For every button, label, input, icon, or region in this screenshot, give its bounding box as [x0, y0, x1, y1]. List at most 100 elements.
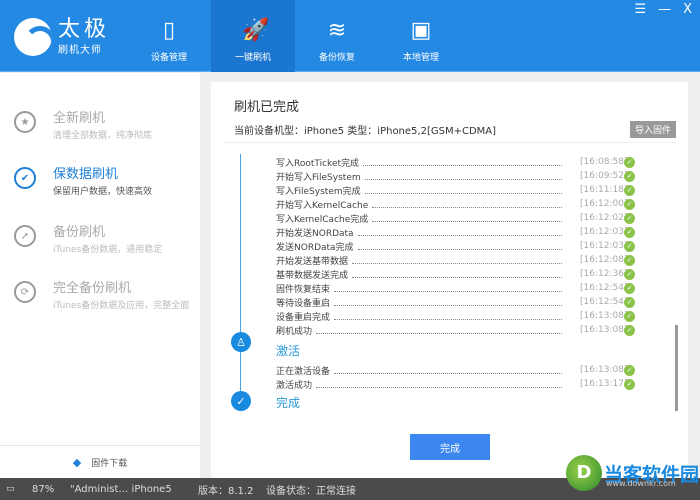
success-check-icon: ✓ — [624, 364, 635, 376]
log-row: 开始发送NORData [16:12:03] ✓ — [276, 225, 636, 239]
battery-icon: ▭ — [6, 484, 15, 494]
page-title: 刷机已完成 — [234, 100, 300, 115]
log-step: 写入RootTicket完成 — [276, 158, 360, 169]
sidebar-item-backup-flash[interactable]: ➚ 备份刷机 iTunes备份数据，通用稳定 — [14, 221, 162, 255]
stage-done: 完成 — [276, 396, 301, 410]
compass-icon: ➚ — [14, 225, 36, 247]
bag-icon: ▣ — [410, 18, 432, 43]
menu-icon[interactable]: ☰ — [634, 2, 646, 17]
taiji-logo-icon — [14, 18, 52, 56]
dot-leader — [372, 214, 562, 222]
success-check-icon: ✓ — [624, 156, 635, 168]
success-check-icon: ✓ — [624, 282, 635, 294]
log-row: 正在激活设备 [16:13:08] ✓ — [276, 363, 636, 377]
tab-one-click-flash[interactable]: 🚀 一键刷机 — [211, 0, 295, 72]
dot-leader — [364, 172, 562, 180]
log-step: 发送NORData完成 — [276, 242, 354, 253]
log-row: 固件恢复结束 [16:12:54] ✓ — [276, 281, 636, 295]
log-step: 设备重启完成 — [276, 312, 331, 323]
checkmark-icon: ✓ — [231, 391, 251, 411]
dot-leader — [334, 366, 562, 374]
sidebar-item-full-backup-flash[interactable]: ⟳ 完全备份刷机 iTunes备份数据及应用，完整全面 — [14, 277, 189, 311]
close-button[interactable]: X — [683, 2, 692, 17]
database-icon: ≋ — [327, 18, 347, 43]
log-step: 写入FileSystem完成 — [276, 186, 361, 197]
log-step: 等待设备重启 — [276, 298, 331, 309]
log-step: 正在激活设备 — [276, 366, 331, 377]
success-check-icon: ✓ — [624, 378, 635, 390]
phone-icon: ▯ — [162, 18, 176, 43]
check-icon: ✔ — [14, 167, 36, 189]
device-name: "Administ… iPhone5 — [70, 483, 172, 495]
success-check-icon: ✓ — [624, 310, 635, 322]
app-subtitle: 刷机大师 — [58, 44, 102, 56]
log-step: 开始写入FileSystem — [276, 172, 361, 183]
success-check-icon: ✓ — [624, 254, 635, 266]
log-row: 写入KernelCache完成 [16:12:02] ✓ — [276, 211, 636, 225]
dot-leader — [334, 312, 562, 320]
tab-local-management[interactable]: ▣ 本地管理 — [379, 0, 463, 72]
log-row: 写入RootTicket完成 [16:08:58] ✓ — [276, 155, 636, 169]
device-state: 设备状态：正常连接 — [266, 485, 356, 497]
sidebar: ★ 全新刷机 清理全部数据，纯净彻底 ✔ 保数据刷机 保留用户数据，快速高效 ➚ 备份刷机… — [0, 73, 200, 478]
sidebar-item-keep-data-flash[interactable]: ✔ 保数据刷机 保留用户数据，快速高效 — [14, 163, 152, 197]
tab-backup-restore[interactable]: ≋ 备份恢复 — [295, 0, 379, 72]
refresh-icon: ⟳ — [14, 281, 36, 303]
badge-icon: ♙ — [231, 332, 251, 352]
success-check-icon: ✓ — [624, 212, 635, 224]
success-check-icon: ✓ — [624, 170, 635, 182]
log-step: 基带数据发送完成 — [276, 270, 349, 281]
scrollbar[interactable] — [675, 325, 678, 411]
dot-leader — [352, 270, 562, 278]
stage-activate: 激活 — [276, 344, 301, 358]
dot-leader — [334, 298, 562, 306]
log-row: 开始写入FileSystem [16:09:52] ✓ — [276, 169, 636, 183]
log-step: 开始发送基带数据 — [276, 256, 349, 267]
dot-leader — [357, 242, 562, 250]
watermark-logo-icon: D — [566, 455, 602, 491]
minimize-button[interactable]: — — [658, 2, 671, 17]
device-info: 当前设备机型：iPhone5 类型：iPhone5,2[GSM+CDMA] — [234, 126, 497, 137]
rocket-icon: 🚀 — [242, 18, 270, 43]
dot-leader — [316, 326, 562, 334]
success-check-icon: ✓ — [624, 324, 635, 336]
dot-leader — [363, 158, 562, 166]
firmware-download-button[interactable]: ◆ 固件下载 — [0, 445, 200, 478]
log-row: 激活成功 [16:13:17] ✓ — [276, 377, 636, 391]
header: 太极 刷机大师 ▯ 设备管理 🚀 一键刷机 ≋ 备份恢复 ▣ 本地管理 ☰ — X — [0, 0, 700, 72]
sidebar-item-fresh-flash[interactable]: ★ 全新刷机 清理全部数据，纯净彻底 — [14, 107, 152, 141]
tab-device-management[interactable]: ▯ 设备管理 — [127, 0, 211, 72]
app-title: 太极 — [58, 16, 111, 42]
log-step: 固件恢复结束 — [276, 284, 331, 295]
app-logo: 太极 刷机大师 — [14, 18, 110, 56]
log-step: 刷机成功 — [276, 326, 313, 337]
dot-leader — [334, 284, 562, 292]
success-check-icon: ✓ — [624, 296, 635, 308]
done-button[interactable]: 完成 — [410, 434, 490, 460]
log-step: 写入KernelCache完成 — [276, 214, 369, 225]
dot-leader — [352, 256, 562, 264]
log-row: 设备重启完成 [16:13:08] ✓ — [276, 309, 636, 323]
dot-leader — [357, 228, 562, 236]
log-step: 开始发送NORData — [276, 228, 354, 239]
dot-leader — [316, 380, 562, 388]
success-check-icon: ✓ — [624, 240, 635, 252]
timeline-line — [240, 154, 241, 404]
log-step: 开始写入KernelCache — [276, 200, 369, 211]
log-row: 刷机成功 [16:13:08] ✓ — [276, 323, 636, 337]
dot-leader — [372, 200, 562, 208]
battery-level: 87% — [32, 483, 55, 495]
success-check-icon: ✓ — [624, 226, 635, 238]
main-panel: 刷机已完成 当前设备机型：iPhone5 类型：iPhone5,2[GSM+CD… — [211, 82, 688, 478]
version: 版本：8.1.2 — [198, 485, 254, 497]
success-check-icon: ✓ — [624, 198, 635, 210]
star-icon: ★ — [14, 111, 36, 133]
log-row: 开始写入KernelCache [16:12:00] ✓ — [276, 197, 636, 211]
log-row: 基带数据发送完成 [16:12:36] ✓ — [276, 267, 636, 281]
log-row: 开始发送基带数据 [16:12:08] ✓ — [276, 253, 636, 267]
success-check-icon: ✓ — [624, 184, 635, 196]
log-row: 等待设备重启 [16:12:54] ✓ — [276, 295, 636, 309]
watermark: D 当客软件园 www.downkr.com — [566, 455, 699, 491]
log-row: 写入FileSystem完成 [16:11:18] ✓ — [276, 183, 636, 197]
import-firmware-button[interactable]: 导入固件 — [629, 121, 676, 138]
